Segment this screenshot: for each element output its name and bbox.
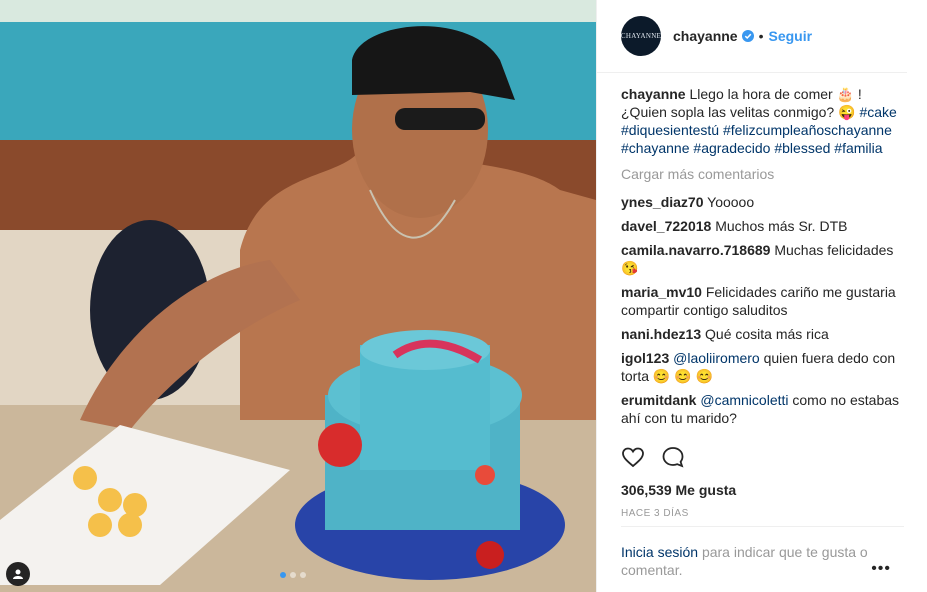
comment-username[interactable]: camila.navarro.718689 <box>621 242 770 258</box>
photo-illustration <box>0 0 596 592</box>
comments-list[interactable]: chayanne Llego la hora de comer 🎂 ! ¿Qui… <box>597 73 927 433</box>
comment-item: igol123 @laoliiromero quien fuera dedo c… <box>621 349 907 385</box>
comment-text: Muchos más Sr. DTB <box>715 218 848 234</box>
hashtag-link[interactable]: #diquesientestú <box>621 122 719 138</box>
comment-mention-link[interactable]: @laoliiromero <box>673 350 760 366</box>
comment-username[interactable]: erumitdank <box>621 392 696 408</box>
comment-item: erumitdank @camnicoletti como no estabas… <box>621 391 907 427</box>
load-more-comments-button[interactable]: Cargar más comentarios <box>621 165 907 183</box>
carousel-dots <box>280 572 306 578</box>
caption: chayanne Llego la hora de comer 🎂 ! ¿Qui… <box>621 85 907 157</box>
verified-badge-icon <box>741 30 754 42</box>
comment-text: Qué cosita más rica <box>705 326 829 342</box>
hashtag-link[interactable]: #familia <box>834 140 882 156</box>
hashtag-link[interactable]: #cake <box>859 104 896 120</box>
avatar-text: CHAYANNE <box>620 32 662 40</box>
caption-username[interactable]: chayanne <box>621 86 686 102</box>
comment-username[interactable]: ynes_diaz70 <box>621 194 704 210</box>
comment-item: ynes_diaz70 Yooooo <box>621 193 907 211</box>
post-photo[interactable] <box>0 0 596 592</box>
comment-username[interactable]: igol123 <box>621 350 669 366</box>
login-prompt: Inicia sesión para indicar que te gusta … <box>621 526 904 579</box>
hashtag-link[interactable]: #chayanne <box>621 140 690 156</box>
comment-text: Yooooo <box>707 194 755 210</box>
comment-item: maria_mv10 Felicidades cariño me gustari… <box>621 283 907 319</box>
post-container: CHAYANNE chayanne • Seguir chayanne Lleg… <box>0 0 927 592</box>
likes-count[interactable]: 306,539 Me gusta <box>621 482 736 498</box>
post-header: CHAYANNE chayanne • Seguir <box>597 0 907 73</box>
hashtag-link[interactable]: #agradecido <box>693 140 770 156</box>
header-separator: • <box>758 28 764 44</box>
hashtag-link[interactable]: #felizcumpleañoschayanne <box>723 122 892 138</box>
follow-button[interactable]: Seguir <box>769 28 813 44</box>
hashtag-link[interactable]: #blessed <box>774 140 830 156</box>
comment-item: davel_722018 Muchos más Sr. DTB <box>621 217 907 235</box>
comment-username[interactable]: maria_mv10 <box>621 284 702 300</box>
header-username[interactable]: chayanne <box>673 28 738 44</box>
carousel-dot-active <box>280 572 286 578</box>
carousel-dot <box>300 572 306 578</box>
comment-item: nani.hdez13 Qué cosita más rica <box>621 325 907 343</box>
comment-item: camila.navarro.718689 Muchas felicidades… <box>621 241 907 277</box>
post-timestamp: HACE 3 DÍAS <box>621 508 689 519</box>
carousel-dot <box>290 572 296 578</box>
comment-username[interactable]: nani.hdez13 <box>621 326 701 342</box>
more-options-icon[interactable]: ••• <box>871 560 891 578</box>
comment-username[interactable]: davel_722018 <box>621 218 711 234</box>
comment-icon[interactable] <box>661 445 685 469</box>
login-link[interactable]: Inicia sesión <box>621 544 698 560</box>
action-bar <box>621 445 685 469</box>
avatar[interactable]: CHAYANNE <box>621 16 661 56</box>
post-sidebar: CHAYANNE chayanne • Seguir chayanne Lleg… <box>596 0 927 592</box>
user-tag-icon[interactable] <box>6 562 30 586</box>
comment-mention-link[interactable]: @camnicoletti <box>700 392 788 408</box>
heart-icon[interactable] <box>621 445 645 469</box>
